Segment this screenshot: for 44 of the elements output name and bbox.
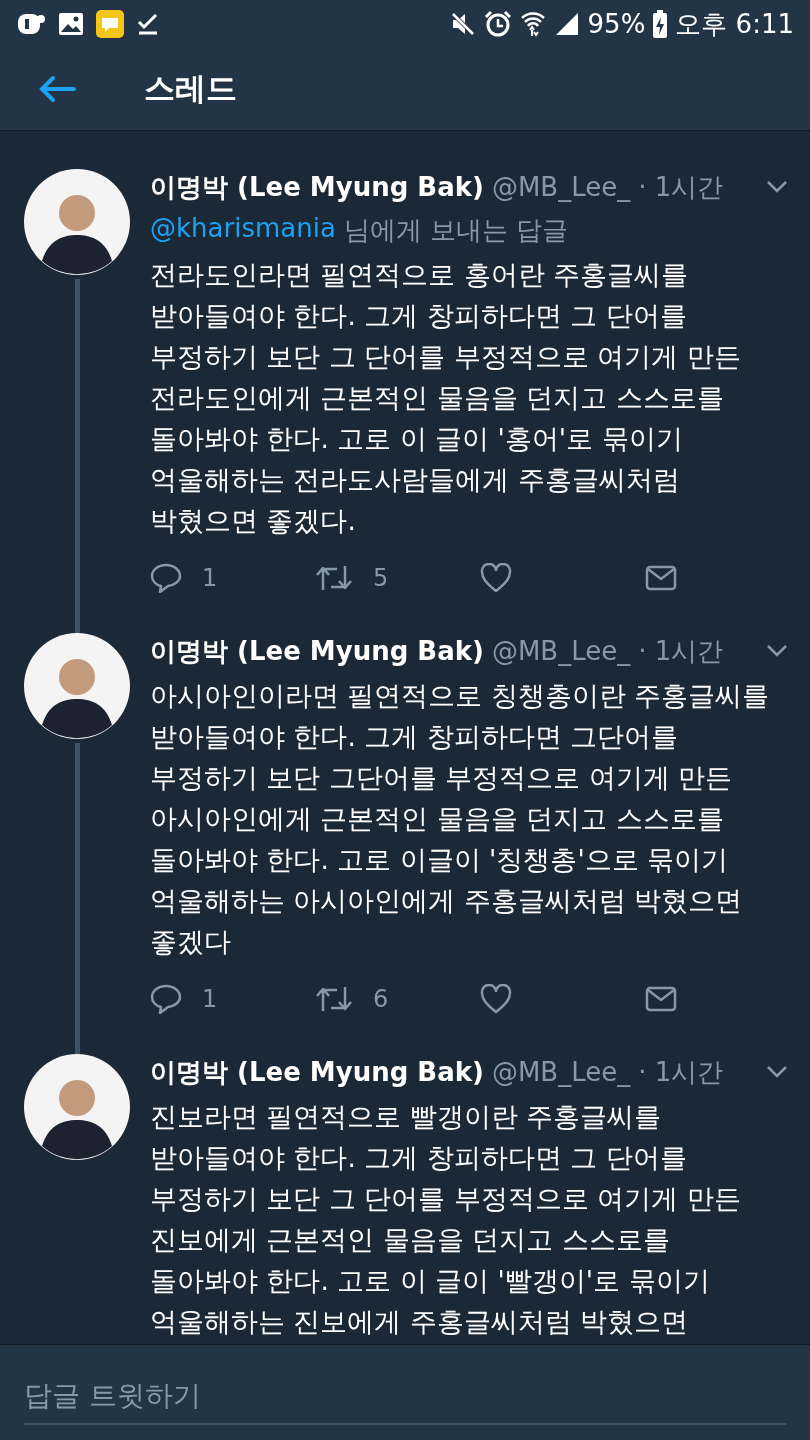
retweet-count: 6 [373, 985, 389, 1013]
retweet-count: 5 [373, 564, 389, 592]
reply-input-field[interactable]: 답글 트윗하기 [0, 1344, 810, 1440]
user-name[interactable]: 이명박 (Lee Myung Bak) [150, 1054, 484, 1090]
tweet-time: · 1시간 [638, 634, 724, 668]
tweet-text: 진보라면 필연적으로 빨갱이란 주홍글씨를 받아들여야 한다. 그게 창피하다면 그 단어를 부정하기 보단 그 단어를 부정적으로 여기게 만든 진보에게 근본적인 물음을 던지고 스스로를 돌아봐야 한다. 고로 이 글이 '빨갱이'로 묶이기 억울해하는 진보에게 주홍글씨처럼 박혔으면 [150, 1100, 742, 1339]
clock-time: 오후 6:11 [675, 7, 794, 41]
envelope-icon[interactable] [645, 986, 677, 1012]
reply-icon[interactable] [150, 563, 182, 593]
chat-app-icon [96, 10, 124, 38]
reply-label: 님에게 보내는 답글 [343, 214, 569, 247]
alarm-icon [483, 10, 512, 38]
wifi-icon [519, 10, 546, 38]
chevron-down-icon[interactable] [766, 1065, 788, 1079]
avatar[interactable] [24, 1054, 130, 1160]
avatar[interactable] [24, 633, 130, 739]
tweet-text: 전라도인라면 필연적으로 홍어란 주홍글씨를 받아들여야 한다. 그게 창피하다면 그 단어를 부정하기 보단 그 단어를 부정적으로 여기게 만든 전라도인에게 근본적인 물음을 던지고 스스로를 돌아봐야 한다. 고로 이 글이 '홍어'로 묶이기 억울해하는 전라도사람들에게 주홍글씨처럼 박혔으면 좋겠다. [150, 258, 742, 538]
envelope-icon[interactable] [645, 565, 677, 591]
checkmark-icon [136, 12, 160, 36]
tweet-text: 아시아인이라면 필연적으로 칭챙총이란 주홍글씨를 받아들여야 한다. 그게 창피하다면 그단어를 부정하기 보단 그단어를 부정적으로 여기게 만든 아시아인에게 근본적인 물음을 던지고 스스로를 돌아봐야 한다. 고로 이글이 '칭챙총'으로 묶이기 억울해하는 아시아인에게 주홍글씨처럼 박혔으면 좋겠다 [150, 679, 771, 959]
mute-icon [449, 11, 476, 37]
heart-icon[interactable] [480, 984, 512, 1014]
retweet-icon[interactable] [315, 985, 353, 1013]
tweet-time: · 1시간 [638, 1055, 724, 1089]
battery-charging-icon [653, 10, 668, 38]
user-handle: @MB_Lee_ [491, 172, 631, 202]
mention-link[interactable]: @kharismania [150, 213, 336, 248]
user-handle: @MB_Lee_ [491, 636, 631, 666]
user-name[interactable]: 이명박 (Lee Myung Bak) [150, 633, 484, 669]
chevron-down-icon[interactable] [766, 180, 788, 194]
avatar[interactable] [24, 169, 130, 275]
chevron-down-icon[interactable] [766, 644, 788, 658]
reply-count: 1 [202, 564, 218, 592]
user-name[interactable]: 이명박 (Lee Myung Bak) [150, 169, 484, 205]
back-arrow-icon[interactable] [38, 75, 76, 103]
reply-count: 1 [202, 985, 218, 1013]
heart-icon[interactable] [480, 563, 512, 593]
battery-percent: 95% [587, 9, 646, 39]
page-title: 스레드 [144, 69, 237, 108]
reply-icon[interactable] [150, 984, 182, 1014]
tweet-time: · 1시간 [638, 170, 724, 204]
user-handle: @MB_Lee_ [491, 1057, 631, 1087]
retweet-icon[interactable] [315, 564, 353, 592]
image-icon [58, 12, 84, 36]
